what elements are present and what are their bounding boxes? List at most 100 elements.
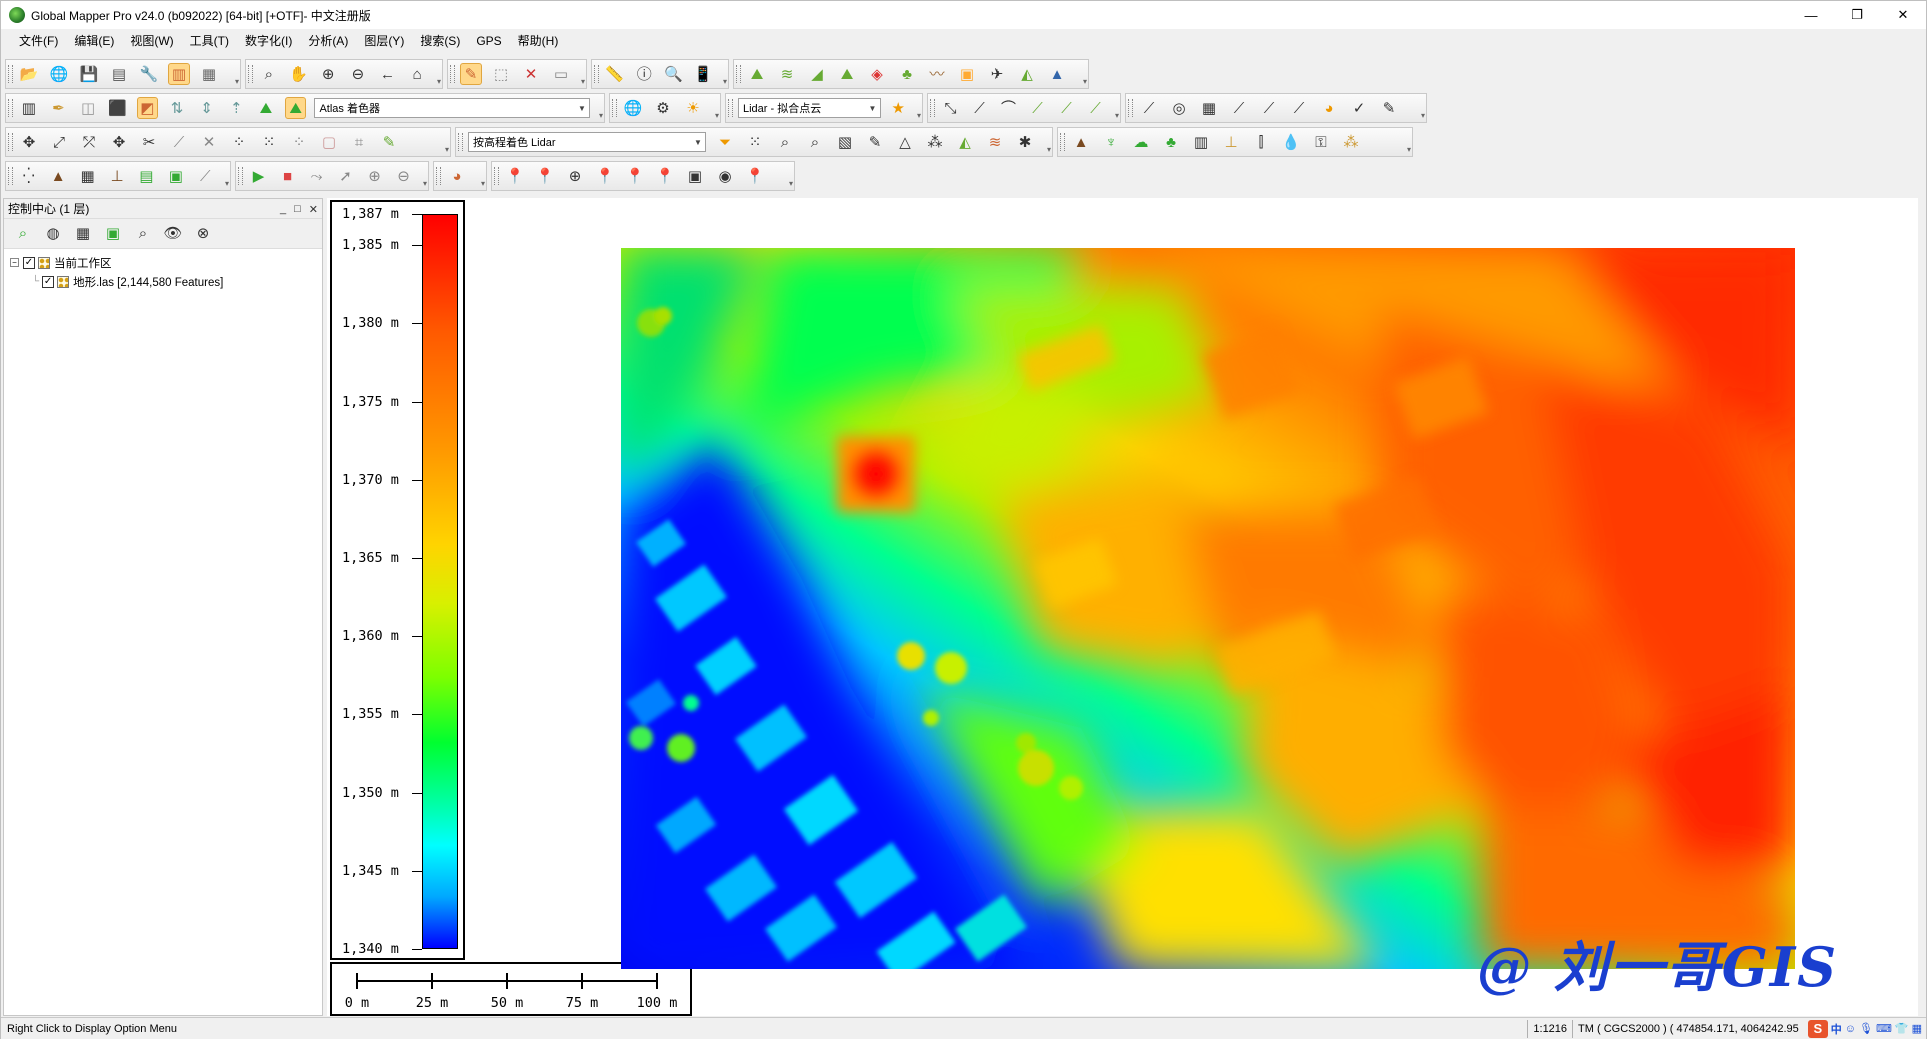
marker-icon[interactable]: ⟋ [1228,97,1250,119]
gps-device-icon[interactable]: 📱 [693,63,715,85]
layer-checkbox[interactable]: ✓ [42,275,55,288]
menu-search[interactable]: 搜索(S) [412,31,468,51]
web-globe-icon[interactable]: 🌐 [622,97,644,119]
line-gray-icon[interactable]: ⟋ [168,131,190,153]
add-waypoint-icon[interactable]: ⊕ [364,165,385,187]
sun-icon[interactable]: ☀ [682,97,704,119]
shader-select[interactable]: Atlas 着色器 ▼ [314,98,590,118]
print-icon[interactable]: ▤ [108,63,130,85]
digitize-icon[interactable]: ✒ [48,97,70,119]
3d-icon[interactable]: ⬛ [107,97,129,119]
ground-icon[interactable]: ▲ [1070,131,1092,153]
split-view-icon[interactable]: ◫ [77,97,99,119]
key-icon[interactable]: ⚿ [1310,131,1332,153]
layer-globe-icon[interactable]: ◍ [42,223,64,245]
hatch-icon[interactable]: ▧ [834,131,856,153]
menu-analysis[interactable]: 分析(A) [300,31,356,51]
move-vertex-icon[interactable]: ✥ [108,131,130,153]
line-node-icon[interactable]: ⟋ [1085,97,1106,119]
panel-close-button[interactable]: ✕ [309,203,318,216]
layer-search-icon[interactable]: ⌕ [132,223,154,245]
find-feature-icon[interactable]: 🔍 [663,63,685,85]
pin-pale-icon[interactable]: 📍 [624,165,646,187]
close-layer-icon[interactable]: ⊗ [192,223,214,245]
tree-canopy-icon[interactable]: ♣ [1160,131,1182,153]
overlay-icon[interactable]: ▣ [165,165,186,187]
overview-icon[interactable]: ▥ [18,97,40,119]
line-green-icon[interactable]: ⟋ [1027,97,1048,119]
dashed-line-icon[interactable]: ⤡ [940,97,961,119]
select-area-icon[interactable]: ▭ [550,63,572,85]
map-grid-icon[interactable]: ▦ [77,165,98,187]
menu-help[interactable]: 帮助(H) [510,31,567,51]
pan-hand-icon[interactable]: ✋ [288,63,310,85]
line-icon[interactable]: ⟋ [969,97,990,119]
wrench-icon[interactable]: 🔧 [138,63,160,85]
airplane-icon[interactable]: ✈ [986,63,1008,85]
pencil-green-icon[interactable]: ✎ [378,131,400,153]
triangle-icon[interactable]: △ [894,131,916,153]
tree-item-las-layer[interactable]: └ ✓ 地形.las [2,144,580 Features] [10,272,316,291]
menu-file[interactable]: 文件(F) [11,31,66,51]
mountain-icon[interactable]: ▲ [47,165,68,187]
crosshair-icon[interactable]: ⊕ [564,165,586,187]
tree-icon[interactable]: ♣ [896,63,918,85]
merge-icon[interactable]: ▢ [318,131,340,153]
ime-grid-icon[interactable]: ▦ [1912,1022,1922,1035]
config-icon[interactable]: ▦ [198,63,220,85]
layer-options-icon[interactable]: ▣ [102,223,124,245]
pan-icon[interactable]: ⤳ [306,165,327,187]
layers-icon[interactable]: ▥ [168,63,190,85]
panel-float-button[interactable]: □ [294,203,301,215]
mesh-icon[interactable]: ◭ [954,131,976,153]
vertical-exag-icon[interactable]: ⇕ [196,97,218,119]
placemark-icon[interactable]: 📍 [504,165,526,187]
pin-light-icon[interactable]: 📍 [654,165,676,187]
line-edit-icon[interactable]: ⟋ [1056,97,1077,119]
noise-icon[interactable]: ⁂ [1340,131,1362,153]
filter-points-icon[interactable]: ⁙ [258,131,280,153]
layer-stack-icon[interactable]: ≋ [984,131,1006,153]
cross-line-icon[interactable]: ✕ [198,131,220,153]
ground-control-icon[interactable]: ⊥ [106,165,127,187]
pie-chart-icon[interactable]: ◕ [446,165,468,187]
move-icon[interactable]: ✥ [18,131,40,153]
curve-icon[interactable]: ⌒ [998,97,1019,119]
frame-icon[interactable]: ▣ [684,165,706,187]
tree-item-workspace[interactable]: − ✓ 当前工作区 [10,253,316,272]
color-mode-select[interactable]: 按高程着色 Lidar ▼ [468,132,706,152]
ime-emoji-icon[interactable]: ☺ [1845,1023,1856,1035]
color-icon[interactable]: ◕ [1318,97,1340,119]
shader-icon[interactable]: ⛰ [284,97,307,119]
wire-icon[interactable]: ⫿ [1250,131,1272,153]
brush-icon[interactable]: ⟋ [195,165,216,187]
cluster-icon[interactable]: ⁂ [924,131,946,153]
play-icon[interactable]: ▶ [248,165,269,187]
select-rect-icon[interactable]: ⬚ [490,63,512,85]
delete-icon[interactable]: ✕ [520,63,542,85]
zoom-to-layer-icon[interactable]: ⌕ [12,223,34,245]
settings-gear-icon[interactable]: ⚙ [652,97,674,119]
check-icon[interactable]: ✓ [1348,97,1370,119]
pin-edit-icon[interactable]: 📍 [594,165,616,187]
save-icon[interactable]: 💾 [78,63,100,85]
water-icon[interactable]: 💧 [1280,131,1302,153]
volume-icon[interactable]: ◭ [1016,63,1038,85]
contour-icon[interactable]: ≋ [776,63,798,85]
close-button[interactable]: ✕ [1880,1,1926,29]
reshape-icon[interactable]: ⤱ [78,131,100,153]
water-level-icon[interactable]: ⛰ [255,97,277,119]
search-points-2-icon[interactable]: ⌕ [804,131,826,153]
map-view[interactable]: 1,387 m 1,385 m 1,380 m 1,375 m 1,370 m 1,365… [327,198,1918,1016]
lidar-select[interactable]: Lidar - 拟合点云 ▼ [738,98,881,118]
zoom-in-icon[interactable]: ⊕ [317,63,339,85]
points-legend-icon[interactable]: ⁛ [18,165,39,187]
split-icon[interactable]: ✂ [138,131,160,153]
building-icon[interactable]: ▥ [1190,131,1212,153]
hillshade-icon[interactable]: ◩ [136,97,159,119]
info-icon[interactable]: ⓘ [634,63,656,85]
profile-icon[interactable]: 〰 [926,63,948,85]
compass-icon[interactable]: ◉ [714,165,736,187]
grass-icon[interactable]: ♆ [1100,131,1122,153]
elevation-raster[interactable] [621,248,1795,969]
